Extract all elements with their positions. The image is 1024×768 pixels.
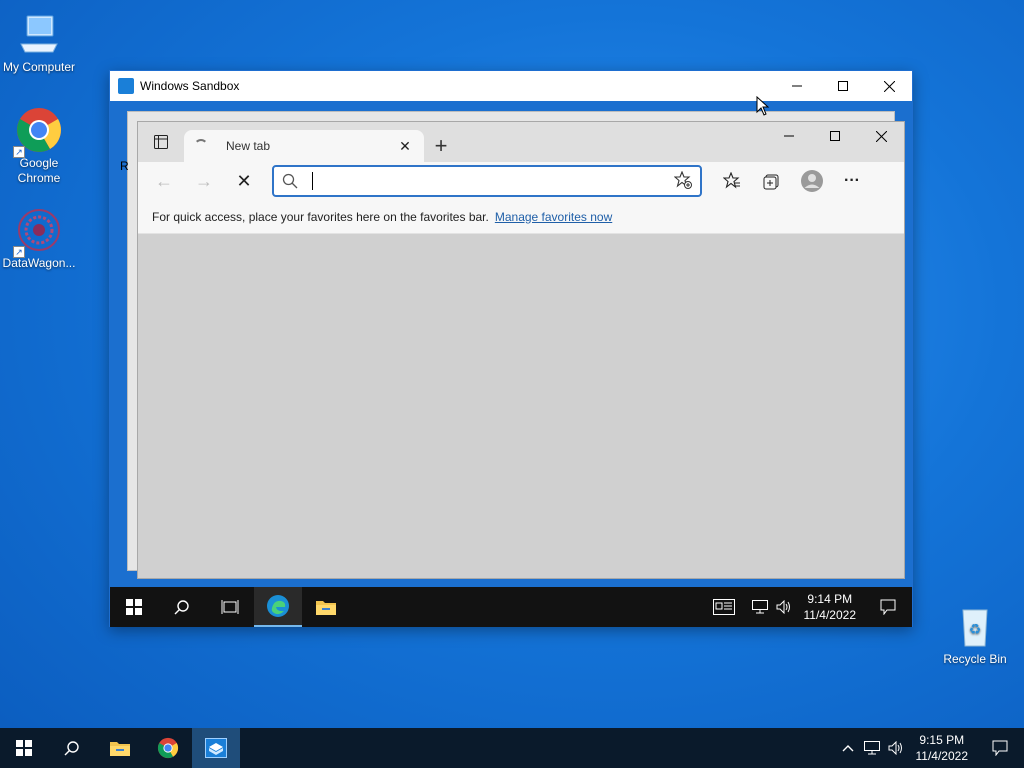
sandbox-taskbar: 9:14 PM 11/4/2022 — [110, 587, 912, 627]
text-caret — [312, 172, 313, 190]
inner-start-button[interactable] — [110, 587, 158, 627]
system-tray: 9:15 PM 11/4/2022 — [836, 728, 1024, 768]
windows-logo-icon — [16, 740, 32, 756]
notification-icon — [880, 599, 896, 615]
favorites-bar: For quick access, place your favorites h… — [138, 200, 904, 234]
tab-close-icon[interactable]: ✕ — [396, 138, 414, 155]
volume-icon[interactable] — [884, 741, 908, 755]
notification-button[interactable] — [976, 728, 1024, 768]
taskbar: 9:15 PM 11/4/2022 — [0, 728, 1024, 768]
sandbox-desktop: R New tab ✕ + ← → ✕ ··· For quick access… — [110, 101, 912, 587]
inner-news-button[interactable] — [700, 587, 748, 627]
sandbox-close-button[interactable] — [866, 71, 912, 101]
mouse-cursor-icon — [756, 96, 770, 116]
file-explorer-button[interactable] — [96, 728, 144, 768]
notification-icon — [992, 740, 1008, 756]
time: 9:15 PM — [919, 733, 965, 747]
sandbox-title: Windows Sandbox — [140, 79, 240, 93]
date: 11/4/2022 — [915, 749, 969, 763]
folder-icon — [316, 601, 336, 615]
add-favorite-button[interactable] — [673, 170, 692, 192]
manage-favorites-link[interactable]: Manage favorites now — [495, 210, 612, 224]
stop-button[interactable]: ✕ — [224, 165, 264, 197]
chrome-taskbar-button[interactable] — [144, 728, 192, 768]
inner-date: 11/4/2022 — [803, 608, 857, 622]
chrome-icon: ↗ — [13, 106, 63, 158]
windows-sandbox-window: Windows Sandbox R New tab ✕ + ← → ✕ ··· … — [109, 70, 913, 627]
edge-caption-buttons — [766, 122, 904, 150]
more-menu-button[interactable]: ··· — [832, 165, 872, 197]
folder-icon — [110, 742, 130, 756]
tab-title: New tab — [226, 139, 271, 153]
inner-network-icon[interactable] — [748, 600, 772, 614]
star-add-icon — [673, 170, 692, 189]
loading-spinner-icon — [194, 139, 208, 153]
start-button[interactable] — [0, 728, 48, 768]
tab-actions-button[interactable] — [138, 122, 184, 162]
page-content — [138, 234, 904, 578]
tab-new-tab[interactable]: New tab ✕ — [184, 130, 424, 162]
avatar-icon — [801, 170, 823, 192]
browser-toolbar: ← → ✕ ··· — [138, 162, 904, 200]
sandbox-minimize-button[interactable] — [774, 71, 820, 101]
collections-button[interactable] — [752, 165, 792, 197]
tab-actions-icon — [154, 135, 168, 149]
collections-icon — [763, 174, 779, 190]
profile-button[interactable] — [792, 165, 832, 197]
inner-edge-button[interactable] — [254, 587, 302, 627]
inner-system-tray: 9:14 PM 11/4/2022 — [700, 587, 913, 627]
inner-notification-button[interactable] — [864, 587, 912, 627]
inner-time: 9:14 PM — [807, 592, 853, 606]
recycle-bin-icon: ♻ — [951, 602, 999, 650]
forward-button[interactable]: → — [184, 165, 224, 197]
edge-browser-window: New tab ✕ + ← → ✕ ··· For quick access, … — [137, 121, 905, 579]
inner-search-button[interactable] — [158, 587, 206, 627]
clock[interactable]: 9:15 PM 11/4/2022 — [908, 732, 977, 764]
desktop-icon-google-chrome[interactable]: ↗ Google Chrome — [1, 106, 77, 186]
datawagon-icon: ↗ — [13, 206, 63, 258]
sandbox-maximize-button[interactable] — [820, 71, 866, 101]
search-icon — [282, 173, 298, 189]
edge-maximize-button[interactable] — [812, 122, 858, 150]
edge-icon — [267, 595, 289, 617]
sandbox-icon — [205, 738, 227, 758]
computer-icon — [15, 10, 63, 58]
show-hidden-icons-chevron-icon[interactable] — [836, 744, 860, 752]
favorites-message: For quick access, place your favorites h… — [152, 209, 489, 224]
svg-text:♻: ♻ — [969, 622, 982, 638]
inner-task-view-button[interactable] — [206, 587, 254, 627]
network-icon[interactable] — [860, 741, 884, 755]
edge-minimize-button[interactable] — [766, 122, 812, 150]
desktop-icon-label: DataWagon... — [2, 256, 76, 270]
tab-strip: New tab ✕ + — [138, 122, 904, 162]
partial-label: R — [120, 159, 129, 173]
shortcut-arrow-icon: ↗ — [13, 246, 25, 258]
new-tab-button[interactable]: + — [424, 130, 458, 162]
inner-file-explorer-button[interactable] — [302, 587, 350, 627]
search-icon — [64, 741, 79, 756]
shortcut-arrow-icon: ↗ — [13, 146, 25, 158]
sandbox-taskbar-button[interactable] — [192, 728, 240, 768]
chrome-icon — [157, 737, 179, 759]
desktop-icon-my-computer[interactable]: My Computer — [1, 10, 77, 75]
desktop-icon-label: Recycle Bin — [943, 652, 1007, 666]
favorites-button[interactable] — [712, 165, 752, 197]
back-button[interactable]: ← — [144, 165, 184, 197]
edge-close-button[interactable] — [858, 122, 904, 150]
sandbox-titlebar[interactable]: Windows Sandbox — [110, 71, 912, 101]
desktop-icon-label: My Computer — [2, 60, 76, 74]
task-view-icon — [221, 600, 239, 614]
inner-volume-icon[interactable] — [772, 600, 796, 614]
news-icon — [712, 599, 735, 615]
inner-clock[interactable]: 9:14 PM 11/4/2022 — [796, 591, 865, 623]
address-bar[interactable] — [272, 165, 702, 197]
desktop-icon-label: Google Chrome — [17, 156, 61, 185]
windows-logo-icon — [126, 599, 142, 615]
favorites-star-icon — [723, 172, 740, 189]
desktop-icon-datawagon[interactable]: ↗ DataWagon... — [1, 206, 77, 271]
search-button[interactable] — [48, 728, 96, 768]
sandbox-app-icon — [118, 78, 134, 94]
desktop-icon-recycle-bin[interactable]: ♻ Recycle Bin — [937, 602, 1013, 667]
search-icon — [174, 600, 189, 615]
